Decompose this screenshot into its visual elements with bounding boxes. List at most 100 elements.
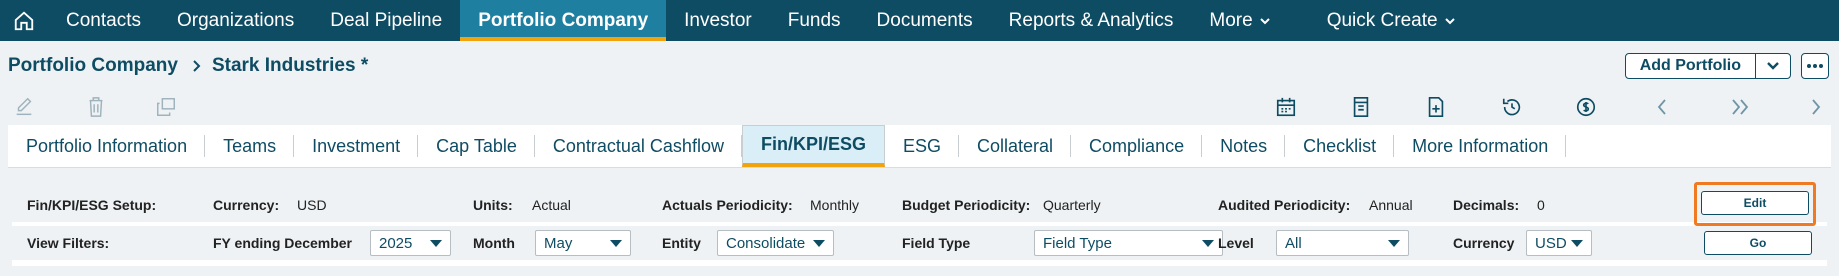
chevron-right-icon: [193, 59, 201, 72]
chevron-right-icon: [1812, 99, 1821, 115]
nav-deal-pipeline[interactable]: Deal Pipeline: [312, 0, 460, 41]
field-type-select-value: Field Type: [1043, 234, 1112, 252]
calendar-button[interactable]: [1274, 95, 1298, 119]
tab-portfolio-information[interactable]: Portfolio Information: [8, 125, 206, 167]
add-portfolio-split-button: Add Portfolio: [1624, 53, 1791, 79]
top-nav: Contacts Organizations Deal Pipeline Por…: [0, 0, 1839, 41]
setup-row: Fin/KPI/ESG Setup: Currency: USD Units: …: [12, 182, 1827, 226]
view-filters-title: View Filters:: [27, 235, 110, 251]
title-actions: Add Portfolio: [1624, 53, 1829, 79]
decimals-value: 0: [1537, 197, 1545, 213]
dollar-cycle-icon: [1576, 97, 1596, 117]
nav-reports-analytics[interactable]: Reports & Analytics: [991, 0, 1192, 41]
tab-fin-kpi-esg[interactable]: Fin/KPI/ESG: [741, 125, 885, 167]
nav-contacts[interactable]: Contacts: [48, 0, 159, 41]
actuals-periodicity-label: Actuals Periodicity:: [662, 197, 793, 213]
field-type-select[interactable]: Field Type: [1034, 230, 1223, 256]
delete-record-button[interactable]: [84, 95, 108, 119]
tab-contractual-cashflow[interactable]: Contractual Cashflow: [535, 125, 743, 167]
fy-select[interactable]: 2025: [370, 230, 451, 256]
setup-title: Fin/KPI/ESG Setup:: [27, 197, 157, 213]
caret-down-icon: [1388, 239, 1400, 247]
history-icon: [1502, 98, 1521, 116]
caret-down-icon: [813, 239, 825, 247]
nav-quick-create[interactable]: Quick Create: [1309, 0, 1474, 41]
tab-collateral[interactable]: Collateral: [959, 125, 1072, 167]
nav-organizations[interactable]: Organizations: [159, 0, 312, 41]
previous-record-button[interactable]: [1650, 95, 1674, 119]
tab-teams[interactable]: Teams: [205, 125, 295, 167]
currency-sync-button[interactable]: [1574, 95, 1598, 119]
currency-label: Currency:: [213, 197, 280, 213]
history-button[interactable]: [1500, 95, 1524, 119]
caret-down-icon: [610, 239, 622, 247]
title-bar: Portfolio Company Stark Industries * Add…: [0, 41, 1839, 90]
chevron-down-icon: [1767, 62, 1779, 70]
duplicate-record-button[interactable]: [154, 95, 178, 119]
budget-periodicity-label: Budget Periodicity:: [902, 197, 1031, 213]
nav-investor[interactable]: Investor: [666, 0, 770, 41]
breadcrumb-root[interactable]: Portfolio Company: [8, 55, 178, 77]
tab-investment[interactable]: Investment: [294, 125, 419, 167]
units-label: Units:: [473, 197, 513, 213]
nav-documents[interactable]: Documents: [859, 0, 991, 41]
month-select[interactable]: May: [535, 230, 631, 256]
audited-periodicity-label: Audited Periodicity:: [1218, 197, 1351, 213]
chevron-down-icon: [1259, 17, 1270, 24]
fy-label: FY ending December: [213, 235, 353, 251]
chevron-left-icon: [1657, 99, 1666, 115]
add-document-button[interactable]: [1424, 95, 1448, 119]
add-portfolio-dropdown[interactable]: [1756, 54, 1790, 78]
home-button[interactable]: [0, 0, 48, 41]
document-list-icon: [1353, 97, 1369, 117]
fin-kpi-esg-panel: Fin/KPI/ESG Setup: Currency: USD Units: …: [12, 182, 1827, 266]
next-record-button[interactable]: [1804, 95, 1828, 119]
budget-periodicity-value: Quarterly: [1043, 197, 1101, 213]
nav-more-label: More: [1209, 9, 1253, 31]
entity-label: Entity: [662, 235, 701, 251]
entity-select-value: Consolidate: [726, 234, 806, 252]
caret-down-icon: [430, 239, 442, 247]
double-chevron-right-icon: [1732, 99, 1749, 115]
entity-select[interactable]: Consolidate: [717, 230, 834, 256]
report-button[interactable]: [1349, 95, 1373, 119]
tab-notes[interactable]: Notes: [1202, 125, 1286, 167]
page-title: Stark Industries *: [211, 54, 369, 76]
month-label: Month: [473, 235, 515, 251]
decimals-label: Decimals:: [1453, 197, 1520, 213]
tab-compliance[interactable]: Compliance: [1071, 125, 1203, 167]
tab-checklist[interactable]: Checklist: [1285, 125, 1395, 167]
level-select[interactable]: All: [1276, 230, 1409, 256]
more-actions-button[interactable]: [1801, 53, 1829, 79]
currency-select[interactable]: USD: [1526, 230, 1592, 256]
caret-down-icon: [1202, 239, 1214, 247]
month-select-value: May: [544, 234, 573, 252]
add-portfolio-button[interactable]: Add Portfolio: [1626, 54, 1756, 78]
actuals-periodicity-value: Monthly: [810, 197, 860, 213]
go-button[interactable]: Go: [1704, 231, 1812, 255]
audited-periodicity-value: Annual: [1369, 197, 1413, 213]
edit-record-button[interactable]: [12, 95, 36, 119]
last-record-button[interactable]: [1728, 95, 1752, 119]
tab-more-information[interactable]: More Information: [1394, 125, 1567, 167]
calendar-icon: [1276, 97, 1296, 117]
nav-more[interactable]: More: [1191, 0, 1288, 41]
tab-cap-table[interactable]: Cap Table: [418, 125, 535, 167]
edit-button[interactable]: Edit: [1701, 191, 1809, 215]
ellipsis-icon: [1807, 64, 1823, 68]
fy-select-value: 2025: [379, 234, 413, 252]
currency-value: USD: [297, 197, 327, 213]
chevron-down-icon: [1444, 17, 1455, 24]
nav-portfolio-company[interactable]: Portfolio Company: [460, 0, 667, 41]
edit-highlight: Edit: [1694, 182, 1816, 226]
document-plus-icon: [1428, 97, 1444, 117]
filter-row: View Filters: FY ending December 2025 Mo…: [12, 226, 1827, 260]
trash-icon: [89, 97, 103, 117]
field-type-label: Field Type: [902, 235, 971, 251]
caret-down-icon: [1571, 239, 1583, 247]
nav-funds[interactable]: Funds: [770, 0, 859, 41]
record-tabs: Portfolio Information Teams Investment C…: [8, 125, 1831, 168]
filter-currency-label: Currency: [1453, 235, 1515, 251]
tab-esg[interactable]: ESG: [885, 125, 960, 167]
breadcrumb: Portfolio Company Stark Industries *: [0, 55, 368, 77]
